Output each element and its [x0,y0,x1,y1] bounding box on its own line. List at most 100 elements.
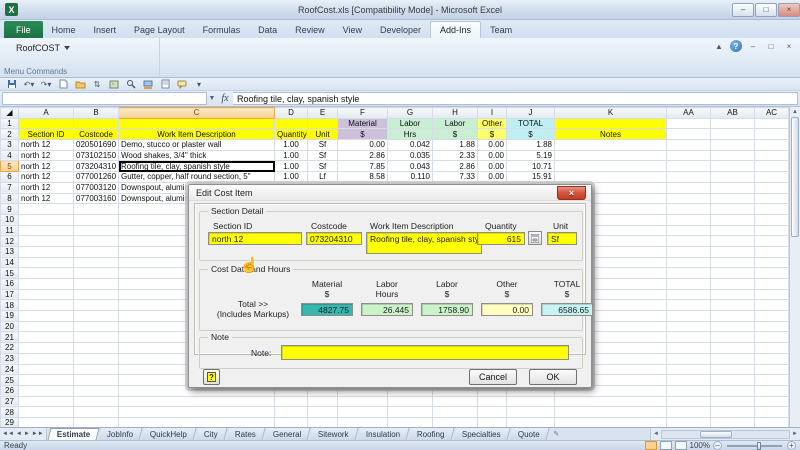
cell-D27[interactable] [275,396,308,407]
cell-AB18[interactable] [711,300,755,311]
cell-B13[interactable] [74,246,119,257]
cell-AB20[interactable] [711,321,755,332]
calculator-icon[interactable] [528,231,542,245]
cell-K28[interactable] [555,407,667,418]
cell-D29[interactable] [275,417,308,427]
cost-total-field-0[interactable]: 4827.75 [301,303,353,316]
zoom-in-icon[interactable]: + [787,441,796,450]
cell-A7[interactable]: north 12 [19,182,74,193]
cell-C29[interactable] [119,417,275,427]
cell-A4[interactable]: north 12 [19,150,74,161]
tab-file[interactable]: File [4,21,43,38]
collapse-ribbon-icon[interactable]: ▲ [712,41,726,52]
cell-I29[interactable] [478,417,507,427]
normal-view-icon[interactable] [645,441,657,450]
cell-AA29[interactable] [667,417,711,427]
column-header-E[interactable]: E [308,108,338,119]
save-icon[interactable] [6,79,18,89]
cost-total-field-2[interactable]: 1758.90 [421,303,473,316]
cell-AC26[interactable] [755,385,789,396]
column-header-A[interactable]: A [19,108,74,119]
cell-A18[interactable] [19,300,74,311]
cell-B23[interactable] [74,353,119,364]
cell-AA9[interactable] [667,204,711,215]
redo-icon[interactable]: ↷▾ [40,79,52,89]
row-header-20[interactable]: 20 [1,321,19,332]
cell-A15[interactable] [19,268,74,279]
row-header-1[interactable]: 1 [1,118,19,129]
tab-home[interactable]: Home [43,22,85,38]
cell-A19[interactable] [19,311,74,322]
cell-AC7[interactable] [755,182,789,193]
cancel-button[interactable]: Cancel [469,369,517,385]
cell-A17[interactable] [19,289,74,300]
column-header-K[interactable]: K [555,108,667,119]
row-header-6[interactable]: 6 [1,172,19,183]
cell-G4[interactable]: 0.035 [388,150,433,161]
cell-K5[interactable] [555,161,667,172]
cell-D4[interactable]: 1.00 [275,150,308,161]
cell-H3[interactable]: 1.88 [433,140,478,151]
cell-AA5[interactable] [667,161,711,172]
cell-H4[interactable]: 2.33 [433,150,478,161]
cell-AC4[interactable] [755,150,789,161]
sort-ascending-icon[interactable]: ⇅ [91,79,103,89]
cell-E1[interactable] [308,118,338,129]
cell-AA22[interactable] [667,343,711,354]
cell-D2[interactable]: Quantity [275,129,308,140]
next-sheet-icon[interactable]: ► [24,431,30,437]
formula-input[interactable]: Roofing tile, clay, spanish style [233,92,798,105]
cell-AB29[interactable] [711,417,755,427]
row-header-15[interactable]: 15 [1,268,19,279]
cell-J27[interactable] [507,396,555,407]
cell-AC11[interactable] [755,225,789,236]
cell-AC13[interactable] [755,246,789,257]
row-header-2[interactable]: 2 [1,129,19,140]
cell-J4[interactable]: 5.19 [507,150,555,161]
cell-C2[interactable]: Work Item Description [119,129,275,140]
cell-AB11[interactable] [711,225,755,236]
cell-AB16[interactable] [711,279,755,290]
tab-developer[interactable]: Developer [371,22,430,38]
cell-AC6[interactable] [755,172,789,183]
cell-B19[interactable] [74,311,119,322]
cell-C1[interactable] [119,118,275,129]
workbook-restore-icon[interactable]: □ [764,41,778,52]
cell-AA28[interactable] [667,407,711,418]
cell-J1[interactable]: TOTAL [507,118,555,129]
cell-A8[interactable]: north 12 [19,193,74,204]
sheet-tab-specialties[interactable]: Specialties [453,428,510,440]
column-header-H[interactable]: H [433,108,478,119]
cell-B6[interactable]: 077001260 [74,172,119,183]
dialog-help-button[interactable]: ? [203,369,220,385]
cell-AA13[interactable] [667,246,711,257]
column-header-D[interactable]: D [275,108,308,119]
row-header-25[interactable]: 25 [1,375,19,386]
cell-E29[interactable] [308,417,338,427]
sheet-tab-city[interactable]: City [196,428,228,440]
cell-G27[interactable] [388,396,433,407]
column-header-I[interactable]: I [478,108,507,119]
cell-A25[interactable] [19,375,74,386]
cell-F5[interactable]: 7.85 [338,161,388,172]
vertical-scroll-thumb[interactable] [791,117,799,237]
close-button[interactable]: × [778,3,800,17]
find-icon[interactable] [125,79,137,89]
cell-B17[interactable] [74,289,119,300]
cell-F2[interactable]: $ [338,129,388,140]
minimize-button[interactable]: – [732,3,754,17]
cell-AB21[interactable] [711,332,755,343]
row-header-12[interactable]: 12 [1,236,19,247]
cell-I6[interactable]: 0.00 [478,172,507,183]
cell-B15[interactable] [74,268,119,279]
cell-AA4[interactable] [667,150,711,161]
cell-F28[interactable] [338,407,388,418]
cell-A12[interactable] [19,236,74,247]
cell-D3[interactable]: 1.00 [275,140,308,151]
cell-AA8[interactable] [667,193,711,204]
cell-F3[interactable]: 0.00 [338,140,388,151]
cell-AA1[interactable] [667,118,711,129]
cell-AB24[interactable] [711,364,755,375]
cell-AA18[interactable] [667,300,711,311]
cell-AB3[interactable] [711,140,755,151]
